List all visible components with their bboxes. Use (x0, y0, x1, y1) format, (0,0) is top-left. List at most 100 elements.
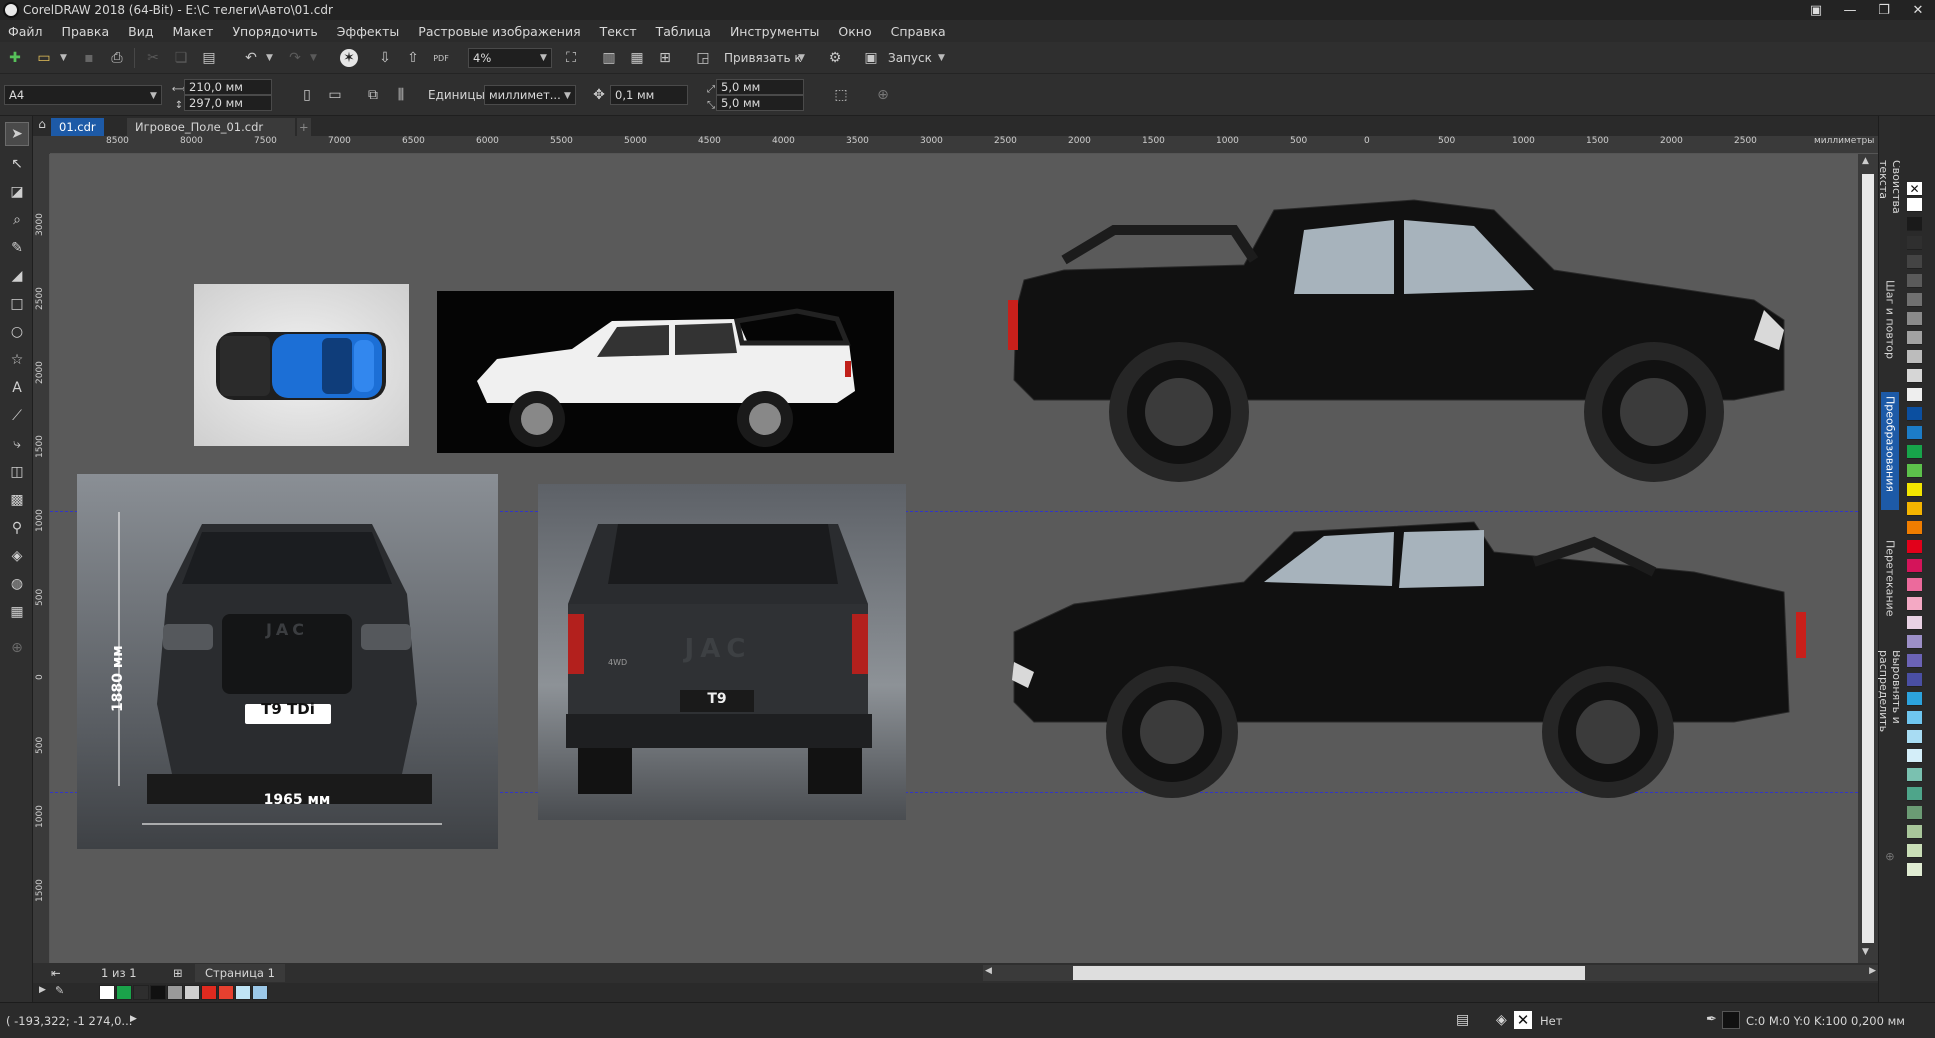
open-dropdown-icon[interactable]: ▼ (60, 53, 67, 63)
landscape-icon[interactable]: ▭ (324, 84, 346, 106)
full-screen-icon[interactable]: ⛶ (560, 47, 582, 69)
drop-shadow-tool-icon[interactable]: ◫ (5, 460, 29, 484)
shape-tool-icon[interactable]: ↖ (5, 152, 29, 176)
palette-color-swatch[interactable] (1907, 692, 1922, 706)
tab-01-cdr[interactable]: 01.cdr (51, 118, 104, 136)
palette-color-swatch[interactable] (1907, 768, 1922, 782)
freehand-tool-icon[interactable]: ✎ (5, 236, 29, 260)
menu-view[interactable]: Вид (128, 24, 153, 39)
treat-as-filled-icon[interactable]: ⬚ (830, 84, 852, 106)
top-view-photo[interactable] (194, 284, 409, 446)
eyedropper-icon[interactable]: ✎ (55, 984, 64, 997)
docker-step-repeat[interactable]: Шаг и повтор (1881, 276, 1899, 366)
menu-edit[interactable]: Правка (62, 24, 110, 39)
smart-fill-tool-icon[interactable]: ◍ (5, 572, 29, 596)
docker-transformations[interactable]: Преобразования (1881, 392, 1899, 510)
duplicate-distance-x-field[interactable]: 5,0 мм (716, 79, 804, 95)
palette-color-swatch[interactable] (1907, 255, 1922, 269)
add-quick-customize-icon[interactable]: ⊕ (872, 84, 894, 106)
document-color-swatch[interactable] (218, 985, 234, 1000)
duplicate-distance-y-field[interactable]: 5,0 мм (716, 95, 804, 111)
menu-window[interactable]: Окно (838, 24, 871, 39)
interactive-fill-tool-icon[interactable]: ◈ (5, 544, 29, 568)
menu-layout[interactable]: Макет (172, 24, 213, 39)
snap-to-icon[interactable]: ◲ (692, 47, 714, 69)
open-icon[interactable]: ▭ (33, 47, 55, 69)
palette-color-swatch[interactable] (1907, 787, 1922, 801)
scroll-up-icon[interactable]: ▲ (1862, 156, 1869, 166)
menu-bitmaps[interactable]: Растровые изображения (418, 24, 580, 39)
palette-color-swatch[interactable] (1907, 844, 1922, 858)
redo-dropdown-icon[interactable]: ▼ (310, 53, 317, 63)
no-color-swatch-icon[interactable]: ✕ (1907, 182, 1922, 196)
show-guidelines-icon[interactable]: ⊞ (654, 47, 676, 69)
document-color-swatch[interactable] (235, 985, 251, 1000)
undo-icon[interactable]: ↶ (240, 47, 262, 69)
copy-icon[interactable]: ❏ (170, 47, 192, 69)
import-icon[interactable]: ⇩ (374, 47, 396, 69)
new-tab-icon[interactable]: + (297, 118, 311, 136)
parallel-dimension-tool-icon[interactable]: ⟋ (5, 404, 29, 428)
rear-view-photo[interactable]: T9 JAC 4WD (538, 484, 906, 820)
add-docker-icon[interactable]: ⊕ (1881, 848, 1899, 868)
units-select[interactable]: миллимет... (484, 85, 576, 105)
menu-arrange[interactable]: Упорядочить (232, 24, 317, 39)
ellipse-tool-icon[interactable]: ○ (5, 320, 29, 344)
coords-expand-icon[interactable]: ▶ (130, 1014, 137, 1024)
document-color-swatch[interactable] (133, 985, 149, 1000)
add-page-icon[interactable]: ⊞ (173, 966, 183, 980)
palette-color-swatch[interactable] (1907, 521, 1922, 535)
palette-color-swatch[interactable] (1907, 654, 1922, 668)
palette-color-swatch[interactable] (1907, 483, 1922, 497)
palette-color-swatch[interactable] (1907, 616, 1922, 630)
menu-text[interactable]: Текст (600, 24, 637, 39)
menu-tools[interactable]: Инструменты (730, 24, 819, 39)
document-color-swatch[interactable] (116, 985, 132, 1000)
palette-color-swatch[interactable] (1907, 445, 1922, 459)
palette-color-swatch[interactable] (1907, 331, 1922, 345)
document-color-swatch[interactable] (167, 985, 183, 1000)
palette-color-swatch[interactable] (1907, 236, 1922, 250)
document-color-swatch[interactable] (150, 985, 166, 1000)
scroll-down-icon[interactable]: ▼ (1862, 947, 1869, 957)
horizontal-ruler[interactable]: 8500 8000 7500 7000 6500 6000 5500 5000 4500 4000… (50, 136, 1878, 154)
show-grid-icon[interactable]: ▦ (626, 47, 648, 69)
palette-color-swatch[interactable] (1907, 730, 1922, 744)
palette-color-swatch[interactable] (1907, 711, 1922, 725)
page-width-field[interactable]: 210,0 мм (184, 79, 272, 95)
palette-expand-icon[interactable]: ▶ (39, 985, 46, 995)
palette-color-swatch[interactable] (1907, 217, 1922, 231)
palette-color-swatch[interactable] (1907, 293, 1922, 307)
color-proof-icon[interactable]: ▤ (1456, 1012, 1469, 1028)
zoom-dropdown-icon[interactable]: ▼ (540, 53, 547, 63)
home-icon[interactable]: ⌂ (33, 114, 51, 134)
palette-color-swatch[interactable] (1907, 274, 1922, 288)
palette-color-swatch[interactable] (1907, 464, 1922, 478)
all-pages-icon[interactable]: ⧉ (362, 84, 384, 106)
palette-color-swatch[interactable] (1907, 388, 1922, 402)
page-height-field[interactable]: 297,0 мм (184, 95, 272, 111)
page-size-dropdown-icon[interactable]: ▼ (150, 91, 157, 101)
palette-color-swatch[interactable] (1907, 426, 1922, 440)
palette-color-swatch[interactable] (1907, 863, 1922, 877)
current-page-icon[interactable]: ⫼ (390, 84, 412, 106)
scroll-right-icon[interactable]: ▶ (1869, 966, 1876, 976)
launch-label[interactable]: Запуск (888, 51, 932, 65)
palette-color-swatch[interactable] (1907, 312, 1922, 326)
add-tool-icon[interactable]: ⊕ (5, 636, 29, 660)
undo-dropdown-icon[interactable]: ▼ (266, 53, 273, 63)
docker-blend[interactable]: Перетекание (1881, 536, 1899, 628)
crop-tool-icon[interactable]: ◪ (5, 180, 29, 204)
page-size-select[interactable]: A4 (4, 85, 162, 105)
document-color-swatch[interactable] (201, 985, 217, 1000)
snap-to-label[interactable]: Привязать к (724, 51, 802, 65)
palette-color-swatch[interactable] (1907, 749, 1922, 763)
new-document-icon[interactable]: ✚ (4, 47, 26, 69)
drawing-canvas[interactable]: T9 TDi JAC 1880 мм 1965 мм T9 JAC 4WD (50, 154, 1858, 963)
document-color-swatch[interactable] (252, 985, 268, 1000)
zoom-tool-icon[interactable]: ⌕ (5, 208, 29, 232)
tab-igrovoe-pole[interactable]: Игровое_Поле_01.cdr (127, 118, 295, 136)
rectangle-tool-icon[interactable]: □ (5, 292, 29, 316)
menu-file[interactable]: Файл (8, 24, 43, 39)
first-page-icon[interactable]: ⇤ (51, 966, 61, 980)
